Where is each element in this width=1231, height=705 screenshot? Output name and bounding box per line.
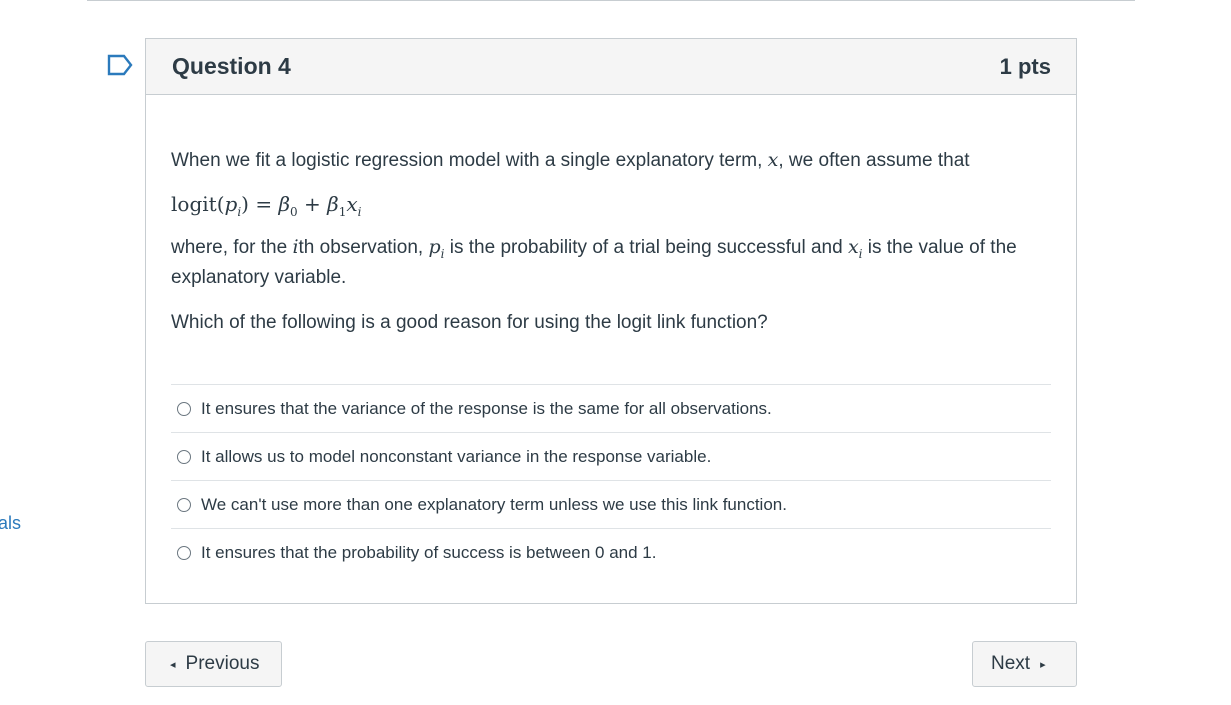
- radio-button-icon[interactable]: [177, 449, 191, 464]
- chevron-right-icon: ▸: [1040, 658, 1046, 671]
- next-label: Next: [991, 653, 1031, 674]
- question-card: Question 4 1 pts When we fit a logistic …: [145, 38, 1077, 604]
- radio-button-icon[interactable]: [177, 545, 191, 560]
- answer-option[interactable]: We can't use more than one explanatory t…: [171, 481, 1051, 529]
- answer-label: It allows us to model nonconstant varian…: [201, 446, 712, 466]
- sidebar-link-partial[interactable]: als: [0, 513, 21, 534]
- question-intro: When we fit a logistic regression model …: [171, 149, 970, 171]
- question-points: 1 pts: [999, 53, 1051, 79]
- answer-list: It ensures that the variance of the resp…: [171, 384, 1051, 576]
- question-title: Question 4: [172, 53, 291, 79]
- answer-option[interactable]: It ensures that the variance of the resp…: [171, 385, 1051, 433]
- answer-option[interactable]: It allows us to model nonconstant varian…: [171, 433, 1051, 481]
- top-divider: [87, 0, 1135, 1]
- chevron-left-icon: ◂: [170, 658, 176, 671]
- question-definition: where, for the ith observation, pi is th…: [171, 236, 1017, 288]
- answer-label: It ensures that the variance of the resp…: [201, 398, 772, 418]
- question-header: Question 4 1 pts: [146, 39, 1076, 95]
- bookmark-flag-icon[interactable]: [107, 54, 133, 76]
- answer-label: We can't use more than one explanatory t…: [201, 494, 787, 514]
- math-x: x: [767, 149, 779, 171]
- logit-equation: logit(pi) = β0 + β1xi: [171, 192, 362, 219]
- next-button[interactable]: Next ▸: [972, 641, 1077, 687]
- radio-button-icon[interactable]: [177, 497, 191, 512]
- question-text: When we fit a logistic regression model …: [146, 95, 1076, 338]
- question-prompt: Which of the following is a good reason …: [171, 312, 768, 333]
- previous-button[interactable]: ◂ Previous: [145, 641, 282, 687]
- answer-label: It ensures that the probability of succe…: [201, 542, 657, 562]
- radio-button-icon[interactable]: [177, 401, 191, 416]
- answer-option[interactable]: It ensures that the probability of succe…: [171, 529, 1051, 576]
- previous-label: Previous: [185, 653, 260, 674]
